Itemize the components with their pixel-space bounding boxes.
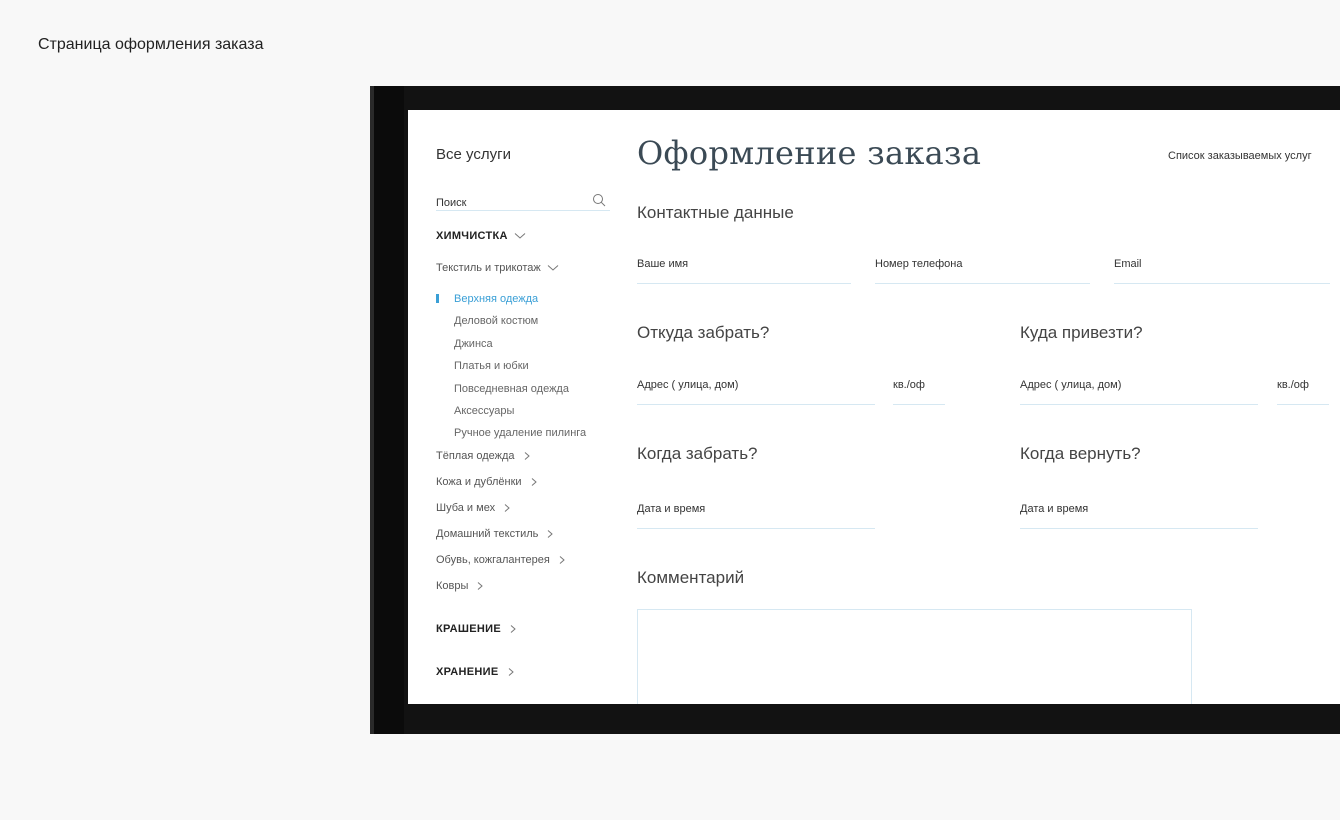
services-list-link[interactable]: Список заказываемых услуг — [1168, 150, 1312, 162]
subcategory-label: Обувь, кожгалантерея — [436, 554, 550, 566]
delivery-apt-field[interactable] — [1277, 379, 1329, 391]
pickup-address-wrap — [637, 379, 875, 405]
sidebar-item-label: Джинса — [454, 337, 493, 350]
pickup-heading: Откуда забрать? — [637, 323, 770, 342]
name-field-wrap — [637, 258, 851, 284]
sidebar-item-label: Ручное удаление пилинга — [454, 427, 587, 440]
sidebar-item-label: Верхняя одежда — [454, 293, 539, 305]
chevron-right-icon — [559, 556, 565, 564]
subcategory-label: Текстиль и трикотаж — [436, 262, 541, 274]
subcategory-leather[interactable]: Кожа и дублёнки — [436, 476, 540, 488]
page-caption: Страница оформления заказа — [38, 36, 264, 53]
return-time-heading: Когда вернуть? — [1020, 444, 1141, 463]
sidebar-item-label: Платья и юбки — [454, 360, 529, 373]
pickup-address-field[interactable] — [637, 379, 875, 391]
phone-field[interactable] — [875, 258, 1090, 270]
email-field[interactable] — [1114, 258, 1330, 270]
sidebar-item-label: Аксессуары — [454, 405, 515, 418]
sidebar-item-business-suit[interactable]: Деловой костюм — [454, 310, 586, 332]
sidebar-item-pilling[interactable]: Ручное удаление пилинга — [454, 422, 586, 444]
category-label: ХРАНЕНИЕ — [436, 666, 499, 678]
sidebar-item-casual[interactable]: Повседневная одежда — [454, 378, 586, 400]
return-datetime-field[interactable] — [1020, 503, 1258, 515]
name-field[interactable] — [637, 258, 851, 270]
subcategory-label: Ковры — [436, 580, 469, 592]
phone-field-wrap — [875, 258, 1090, 284]
subcategory-label: Тёплая одежда — [436, 450, 515, 462]
active-marker — [436, 294, 439, 303]
subcategory-label: Домашний текстиль — [436, 528, 539, 540]
chevron-right-icon — [524, 452, 530, 460]
category-dyeing[interactable]: КРАШЕНИЕ — [436, 623, 519, 635]
category-label: ХИМЧИСТКА — [436, 230, 508, 242]
subcategory-items: Верхняя одежда Деловой костюм Джинса Пла… — [436, 288, 586, 445]
pickup-datetime-wrap — [637, 503, 875, 529]
screen: Все услуги ХИМЧИСТКА Текстиль и трикотаж… — [408, 110, 1340, 704]
pickup-apt-wrap — [893, 379, 945, 405]
chevron-down-icon — [547, 265, 559, 271]
comment-textarea[interactable] — [637, 609, 1192, 704]
delivery-apt-wrap — [1277, 379, 1329, 405]
delivery-address-field[interactable] — [1020, 379, 1258, 391]
chevron-right-icon — [508, 668, 514, 676]
search-input[interactable] — [436, 197, 576, 209]
search-icon[interactable] — [592, 193, 606, 207]
subcategory-warm-clothes[interactable]: Тёплая одежда — [436, 450, 533, 462]
sidebar-item-label: Деловой костюм — [454, 315, 539, 328]
chevron-down-icon — [514, 233, 526, 239]
chevron-right-icon — [504, 504, 510, 512]
sidebar-item-label: Повседневная одежда — [454, 382, 569, 395]
delivery-address-wrap — [1020, 379, 1258, 405]
device-frame: Все услуги ХИМЧИСТКА Текстиль и трикотаж… — [370, 86, 1340, 734]
pickup-time-heading: Когда забрать? — [637, 444, 758, 463]
email-field-wrap — [1114, 258, 1330, 284]
chevron-right-icon — [531, 478, 537, 486]
category-storage[interactable]: ХРАНЕНИЕ — [436, 666, 517, 678]
subcategory-label: Кожа и дублёнки — [436, 476, 522, 488]
subcategory-label: Шуба и мех — [436, 502, 496, 514]
category-dry-cleaning[interactable]: ХИМЧИСТКА — [436, 230, 526, 242]
subcategory-shoes[interactable]: Обувь, кожгалантерея — [436, 554, 568, 566]
chevron-right-icon — [510, 625, 516, 633]
pickup-apt-field[interactable] — [893, 379, 945, 391]
subcategory-fur[interactable]: Шуба и мех — [436, 502, 513, 514]
page-title: Оформление заказа — [637, 134, 982, 172]
chevron-right-icon — [478, 582, 484, 590]
return-datetime-wrap — [1020, 503, 1258, 529]
category-label: КРАШЕНИЕ — [436, 623, 502, 635]
sidebar-item-denim[interactable]: Джинса — [454, 333, 586, 355]
subcategory-carpets[interactable]: Ковры — [436, 580, 486, 592]
pickup-datetime-field[interactable] — [637, 503, 875, 515]
sidebar-item-accessories[interactable]: Аксессуары — [454, 400, 586, 422]
subcategory-home-textile[interactable]: Домашний текстиль — [436, 528, 556, 540]
delivery-heading: Куда привезти? — [1020, 323, 1143, 342]
sidebar-item-outerwear[interactable]: Верхняя одежда — [436, 288, 586, 310]
sidebar-title: Все услуги — [436, 146, 511, 163]
search-box — [436, 193, 610, 211]
contact-heading: Контактные данные — [637, 203, 794, 222]
chevron-right-icon — [548, 530, 554, 538]
subcategory-textile[interactable]: Текстиль и трикотаж — [436, 262, 559, 274]
comment-heading: Комментарий — [637, 568, 745, 587]
sidebar-item-dresses[interactable]: Платья и юбки — [454, 355, 586, 377]
